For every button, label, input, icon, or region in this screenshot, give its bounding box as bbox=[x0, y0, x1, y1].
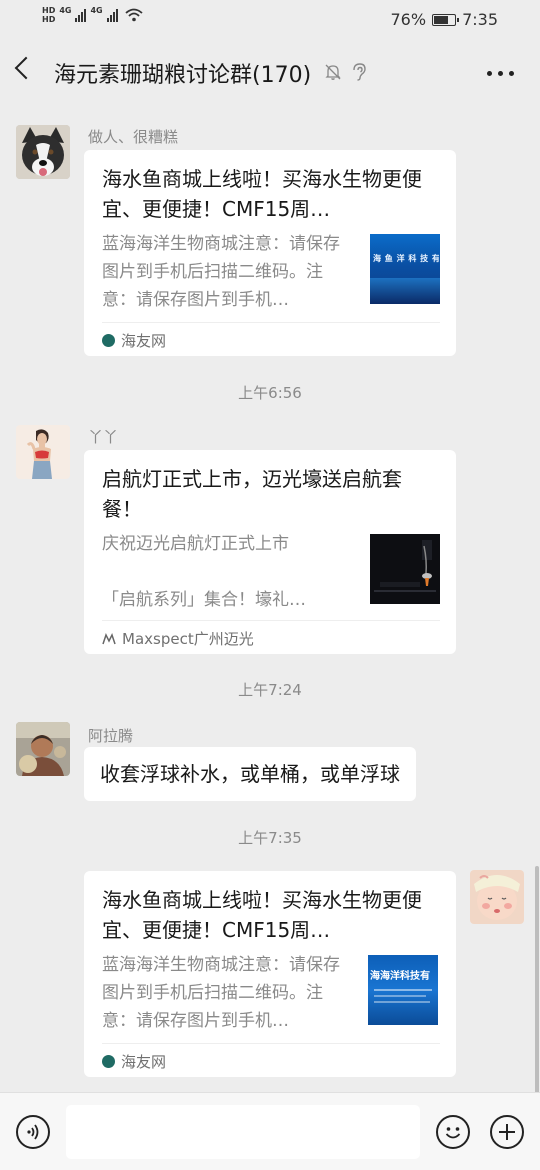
source-logo-icon bbox=[102, 1055, 115, 1068]
card-title: 启航灯正式上市，迈光壕送启航套餐！ bbox=[102, 467, 402, 521]
timestamp: 上午7:24 bbox=[238, 681, 302, 699]
card-source: Maxspect广州迈光 bbox=[102, 628, 254, 649]
more-icon[interactable] bbox=[487, 71, 514, 76]
baby-avatar-image bbox=[470, 870, 524, 924]
avatar[interactable] bbox=[16, 125, 70, 179]
sender-name: 做人、很糟糕 bbox=[88, 128, 179, 146]
clock: 7:35 bbox=[462, 10, 498, 29]
source-name: 海友网 bbox=[121, 1053, 167, 1071]
signal-icon bbox=[75, 8, 87, 22]
mute-icon bbox=[325, 64, 341, 80]
card-source: 海友网 bbox=[102, 330, 166, 351]
card-divider bbox=[102, 1043, 440, 1044]
hd-badge: HD bbox=[42, 6, 56, 15]
input-bar bbox=[0, 1092, 540, 1170]
card-divider bbox=[102, 620, 440, 621]
hd-badge: HD bbox=[42, 15, 56, 24]
chat-title: 海元素珊瑚粮讨论群(170) bbox=[54, 63, 312, 88]
card-divider bbox=[102, 322, 440, 323]
link-card[interactable]: 海水鱼商城上线啦！买海水生物更便宜、更便捷！CMF15周… 蓝海海洋生物商城注意… bbox=[84, 150, 456, 356]
avatar[interactable] bbox=[16, 722, 70, 776]
avatar[interactable] bbox=[16, 425, 70, 479]
ear-icon bbox=[353, 63, 366, 81]
thumbnail-caption: 海海洋科技有 bbox=[370, 971, 430, 982]
chat-header: 海元素珊瑚粮讨论群(170) bbox=[0, 40, 540, 106]
link-card[interactable]: 海水鱼商城上线啦！买海水生物更便宜、更便捷！CMF15周… 蓝海海洋生物商城注意… bbox=[84, 871, 456, 1077]
network-type: 4G bbox=[90, 6, 103, 15]
plus-icon[interactable] bbox=[490, 1115, 524, 1149]
battery-fill bbox=[434, 15, 449, 24]
card-title: 海水鱼商城上线啦！买海水生物更便宜、更便捷！CMF15周… bbox=[102, 888, 422, 942]
self-avatar[interactable] bbox=[470, 870, 524, 924]
sender-name: 阿拉腾 bbox=[88, 727, 134, 745]
person-avatar-image bbox=[16, 722, 70, 776]
sender-name: 丫丫 bbox=[88, 428, 119, 446]
battery-icon bbox=[432, 13, 460, 26]
thumbnail-caption: 海 鱼 洋 科 技 有 bbox=[373, 254, 439, 263]
status-right: 76% 7:35 bbox=[391, 10, 499, 29]
text-message[interactable]: 收套浮球补水，或单桶，或单浮球 bbox=[84, 747, 416, 801]
link-card[interactable]: 启航灯正式上市，迈光壕送启航套餐！ 庆祝迈光启航灯正式上市 「启航系列」集合！壕… bbox=[84, 450, 456, 654]
source-logo-icon bbox=[102, 334, 115, 347]
card-title: 海水鱼商城上线啦！买海水生物更便宜、更便捷！CMF15周… bbox=[102, 167, 422, 221]
emoji-icon[interactable] bbox=[436, 1115, 470, 1149]
card-thumbnail: 海 鱼 洋 科 技 有 bbox=[370, 234, 440, 304]
signal-icon bbox=[106, 8, 118, 22]
card-thumbnail: 海海洋科技有 bbox=[368, 955, 438, 1025]
timestamp: 上午7:35 bbox=[238, 829, 302, 847]
card-thumbnail bbox=[370, 534, 440, 604]
card-description: 蓝海海洋生物商城注意：请保存图片到手机后扫描二维码。注意：请保存图片到手机… bbox=[102, 955, 340, 1031]
source-name: 海友网 bbox=[121, 332, 167, 350]
maxspect-logo-icon bbox=[102, 632, 116, 644]
card-description: 庆祝迈光启航灯正式上市 「启航系列」集合！壕礼… bbox=[102, 534, 306, 610]
timestamp: 上午6:56 bbox=[238, 384, 302, 402]
wifi-icon bbox=[125, 8, 143, 22]
battery-percent: 76% bbox=[390, 10, 427, 29]
person-avatar-image bbox=[16, 425, 70, 479]
scrollbar[interactable] bbox=[535, 866, 539, 1094]
network-indicators: HD HD 4G 4G bbox=[42, 6, 143, 24]
status-bar: HD HD 4G 4G 76% 7:35 bbox=[0, 0, 540, 40]
dog-avatar-image bbox=[16, 125, 70, 179]
card-description: 蓝海海洋生物商城注意：请保存图片到手机后扫描二维码。注意：请保存图片到手机… bbox=[102, 234, 340, 310]
source-name: Maxspect广州迈光 bbox=[122, 630, 254, 648]
message-input[interactable] bbox=[66, 1105, 420, 1159]
voice-icon[interactable] bbox=[16, 1115, 50, 1149]
back-icon[interactable] bbox=[14, 56, 38, 80]
network-type: 4G bbox=[59, 6, 72, 15]
card-source: 海友网 bbox=[102, 1051, 166, 1072]
lamp-product-image bbox=[370, 534, 440, 604]
